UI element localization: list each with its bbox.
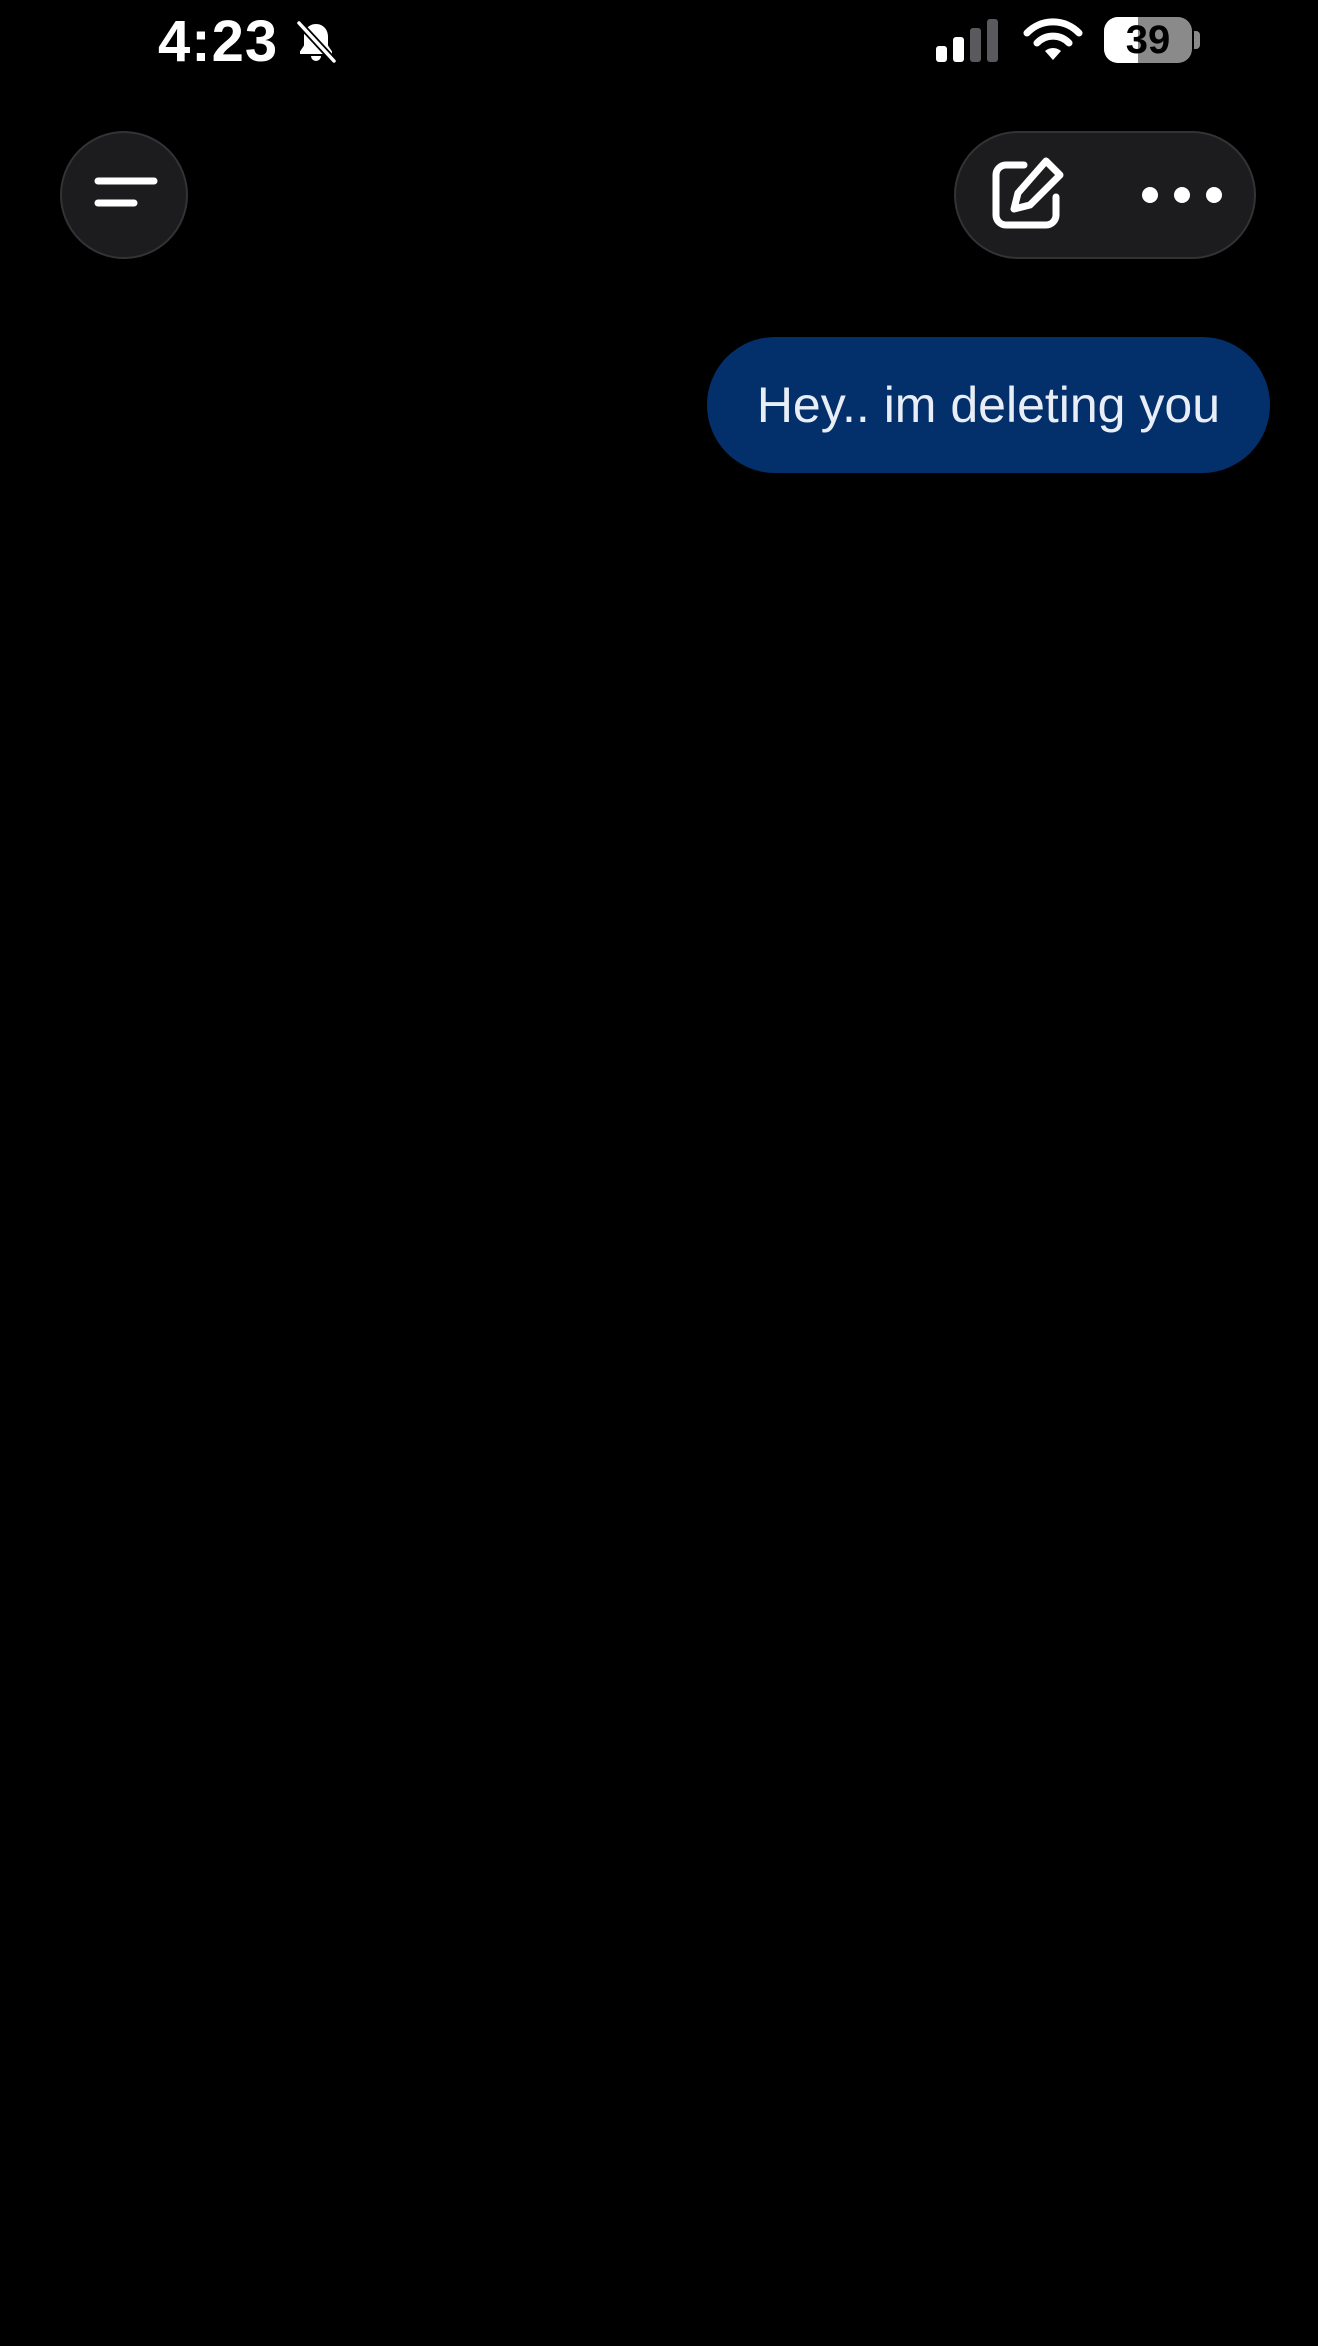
bell-slash-icon — [292, 18, 340, 66]
user-message-bubble[interactable]: Hey.. im deleting you — [706, 337, 1270, 473]
wifi-icon — [1022, 16, 1084, 64]
menu-button[interactable] — [60, 131, 188, 259]
cellular-signal-icon — [934, 18, 1002, 64]
battery-nub — [1194, 31, 1200, 49]
battery-level: 39 — [1125, 18, 1171, 62]
menu-lines-icon — [94, 177, 158, 207]
header-actions — [954, 131, 1256, 259]
ellipsis-icon — [1142, 187, 1222, 203]
battery-indicator: 39 — [1104, 17, 1192, 63]
compose-icon — [992, 157, 1064, 229]
chat-area: Hey.. im deleting you — [0, 300, 1318, 2346]
more-options-button[interactable] — [1136, 163, 1228, 227]
status-bar: 4:23 39 — [0, 0, 1318, 84]
status-time: 4:23 — [158, 9, 279, 74]
compose-button[interactable] — [984, 153, 1068, 237]
